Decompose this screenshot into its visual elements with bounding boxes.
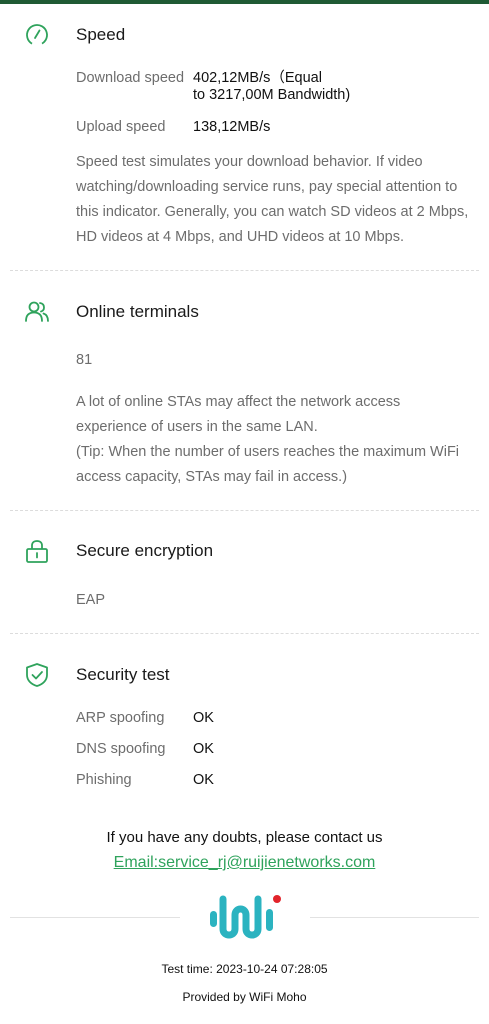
section-divider: [10, 510, 479, 511]
contact-email-wrap: Email:service_rj@ruijienetworks.com: [0, 854, 489, 872]
security-header: Security test: [0, 660, 489, 690]
top-status-bar: [0, 0, 489, 4]
terminals-description-line1: A lot of online STAs may affect the netw…: [76, 394, 401, 435]
download-speed-value-line2: to 3217,00M Bandwidth): [193, 87, 351, 103]
download-speed-value-line1: 402,12MB/s（Equal: [193, 70, 322, 86]
speed-description: Speed test simulates your download behav…: [76, 154, 469, 245]
phishing-value: OK: [193, 772, 214, 788]
wifi-moho-logo: [210, 895, 281, 939]
test-time: Test time: 2023-10-24 07:28:05: [161, 962, 328, 976]
provided-by: Provided by WiFi Moho: [182, 990, 307, 1004]
upload-speed-value: 138,12MB/s: [193, 119, 271, 135]
users-icon: [25, 301, 49, 322]
lock-icon: [26, 540, 48, 563]
terminals-description-line2: (Tip: When the number of users reaches t…: [76, 444, 460, 485]
shield-check-icon: [26, 663, 48, 687]
arp-spoofing-label: ARP spoofing: [76, 710, 165, 726]
encryption-header: Secure encryption: [0, 536, 489, 566]
download-speed-label: Download speed: [76, 70, 185, 86]
speed-title: Speed: [76, 25, 126, 44]
contact-text: If you have any doubts, please contact u…: [106, 829, 383, 846]
speedometer-icon: [26, 24, 48, 46]
speed-header: Speed: [0, 20, 489, 50]
download-speed-value: 402,12MB/s（Equal to 3217,00M Bandwidth): [193, 70, 350, 104]
section-divider: [10, 633, 479, 634]
dns-spoofing-label: DNS spoofing: [76, 741, 166, 757]
upload-speed-label: Upload speed: [76, 119, 166, 135]
contact-email-link[interactable]: Email:service_rj@ruijienetworks.com: [114, 854, 376, 871]
arp-spoofing-value: OK: [193, 710, 214, 726]
terminals-title: Online terminals: [76, 302, 199, 321]
encryption-value: EAP: [76, 592, 106, 608]
section-divider: [10, 270, 479, 271]
encryption-title: Secure encryption: [76, 541, 214, 560]
terminals-header: Online terminals: [0, 297, 489, 327]
logo-divider-right: [310, 917, 479, 918]
terminals-description: A lot of online STAs may affect the netw…: [76, 390, 474, 490]
phishing-label: Phishing: [76, 772, 132, 788]
security-title: Security test: [76, 665, 170, 684]
logo-divider-left: [10, 917, 180, 918]
terminals-count: 81: [76, 352, 93, 368]
dns-spoofing-value: OK: [193, 741, 214, 757]
